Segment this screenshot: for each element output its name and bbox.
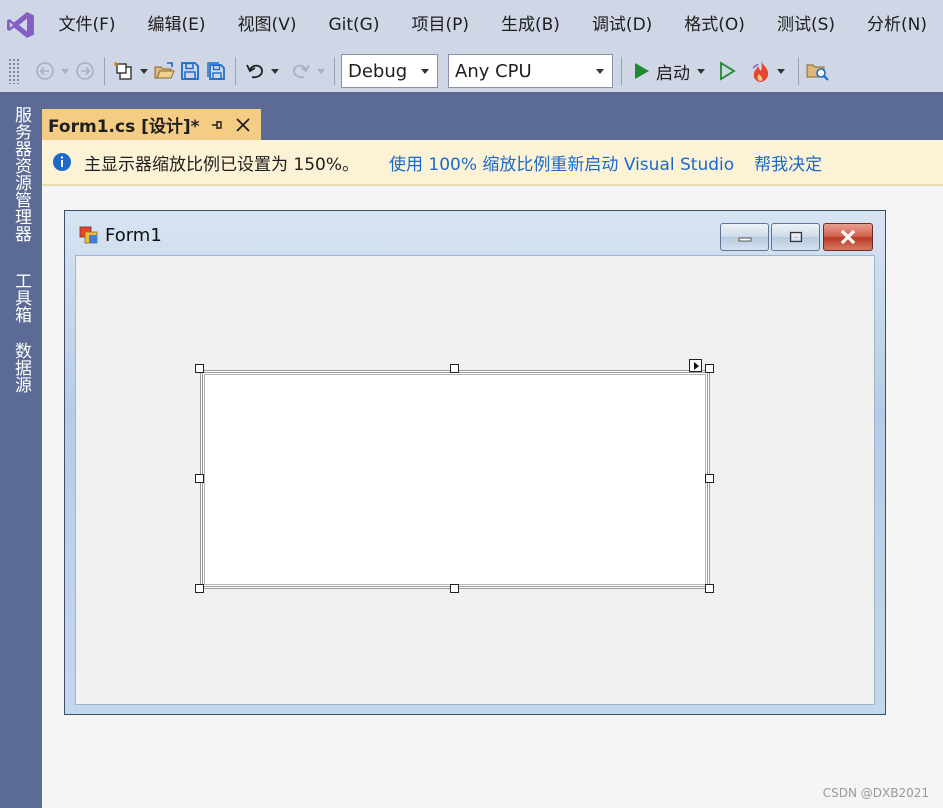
toolbar-separator bbox=[334, 57, 335, 85]
save-all-icon[interactable] bbox=[203, 56, 229, 86]
start-dropdown[interactable] bbox=[694, 56, 708, 86]
dpi-info-bar: 主显示器缩放比例已设置为 150%。 使用 100% 缩放比例重新启动 Visu… bbox=[42, 140, 943, 186]
smart-tag-glyph[interactable] bbox=[689, 359, 702, 372]
menu-bar: 文件(F) 编辑(E) 视图(V) Git(G) 项目(P) 生成(B) 调试(… bbox=[0, 0, 943, 50]
form-title: Form1 bbox=[105, 225, 162, 246]
start-label: 启动 bbox=[656, 63, 690, 84]
resize-handle-right[interactable] bbox=[705, 474, 714, 483]
start-debugging-button[interactable]: 启动 bbox=[634, 59, 690, 84]
menu-analyze[interactable]: 分析(N) bbox=[851, 0, 943, 50]
menu-project[interactable]: 项目(P) bbox=[395, 0, 485, 50]
visual-studio-logo-icon[interactable] bbox=[0, 0, 43, 50]
side-tool-window-bar: 服务器资源管理器 工具箱 数据源 bbox=[0, 92, 42, 808]
toolbox-tab[interactable]: 工具箱 bbox=[0, 272, 42, 323]
chevron-down-icon bbox=[421, 68, 429, 74]
info-message: 主显示器缩放比例已设置为 150%。 bbox=[84, 154, 360, 175]
redo-dropdown[interactable] bbox=[314, 56, 328, 86]
resize-handle-bottom[interactable] bbox=[450, 584, 459, 593]
menu-build[interactable]: 生成(B) bbox=[485, 0, 576, 50]
data-sources-tab[interactable]: 数据源 bbox=[0, 342, 42, 393]
undo-icon[interactable] bbox=[242, 56, 268, 86]
solution-platform-value: Any CPU bbox=[455, 60, 532, 82]
minimize-button[interactable] bbox=[720, 223, 769, 251]
toolbar-separator bbox=[621, 57, 622, 85]
resize-handle-left[interactable] bbox=[195, 474, 204, 483]
tab-form1-designer[interactable]: Form1.cs [设计]* bbox=[42, 109, 261, 140]
play-icon bbox=[635, 63, 649, 79]
close-icon bbox=[840, 229, 856, 245]
menu-file[interactable]: 文件(F) bbox=[43, 0, 132, 50]
save-icon[interactable] bbox=[177, 56, 203, 86]
resize-handle-top-left[interactable] bbox=[195, 364, 204, 373]
undo-dropdown[interactable] bbox=[268, 56, 282, 86]
menu-git[interactable]: Git(G) bbox=[312, 0, 395, 50]
find-in-files-icon[interactable] bbox=[805, 56, 831, 86]
info-icon bbox=[53, 153, 71, 171]
close-icon[interactable] bbox=[235, 117, 251, 133]
solution-configuration-value: Debug bbox=[348, 60, 408, 82]
server-explorer-tab[interactable]: 服务器资源管理器 bbox=[0, 106, 42, 242]
chevron-down-icon bbox=[596, 68, 604, 74]
play-outline-icon[interactable] bbox=[714, 56, 740, 86]
minimize-icon bbox=[738, 237, 751, 242]
selected-control-body[interactable] bbox=[204, 374, 706, 585]
solution-platform-select[interactable]: Any CPU bbox=[448, 54, 613, 88]
toolbar-separator bbox=[798, 57, 799, 85]
pin-icon[interactable] bbox=[208, 116, 226, 134]
resize-handle-top-right[interactable] bbox=[705, 364, 714, 373]
watermark: CSDN @DXB2021 bbox=[822, 786, 929, 800]
form-icon bbox=[79, 226, 98, 244]
toolbar-separator bbox=[104, 57, 105, 85]
menu-format[interactable]: 格式(O) bbox=[668, 0, 761, 50]
resize-handle-bottom-left[interactable] bbox=[195, 584, 204, 593]
hot-reload-dropdown[interactable] bbox=[774, 56, 788, 86]
standard-toolbar: Debug Any CPU 启动 bbox=[0, 50, 943, 92]
toolbar-separator bbox=[235, 57, 236, 85]
hot-reload-icon[interactable] bbox=[748, 56, 774, 86]
redo-icon[interactable] bbox=[288, 56, 314, 86]
navigate-forward-icon[interactable] bbox=[72, 56, 98, 86]
menu-edit[interactable]: 编辑(E) bbox=[132, 0, 222, 50]
restart-at-100-link[interactable]: 使用 100% 缩放比例重新启动 Visual Studio bbox=[389, 150, 734, 175]
navigate-back-icon[interactable] bbox=[32, 56, 58, 86]
maximize-icon bbox=[789, 231, 802, 243]
close-button[interactable] bbox=[823, 223, 873, 251]
open-folder-icon[interactable] bbox=[151, 56, 177, 86]
menu-debug[interactable]: 调试(D) bbox=[576, 0, 668, 50]
menu-view[interactable]: 视图(V) bbox=[222, 0, 313, 50]
tab-title: Form1.cs [设计]* bbox=[48, 117, 200, 137]
resize-handle-top[interactable] bbox=[450, 364, 459, 373]
new-item-dropdown[interactable] bbox=[137, 56, 151, 86]
resize-handle-bottom-right[interactable] bbox=[705, 584, 714, 593]
toolbar-grip[interactable] bbox=[8, 58, 20, 84]
form-titlebar: Form1 bbox=[65, 211, 885, 255]
maximize-button[interactable] bbox=[771, 223, 820, 251]
solution-configuration-select[interactable]: Debug bbox=[341, 54, 438, 88]
help-me-decide-link[interactable]: 帮我决定 bbox=[754, 150, 822, 175]
menu-test[interactable]: 测试(S) bbox=[761, 0, 851, 50]
navigate-back-dropdown[interactable] bbox=[58, 56, 72, 86]
new-item-icon[interactable] bbox=[111, 56, 137, 86]
